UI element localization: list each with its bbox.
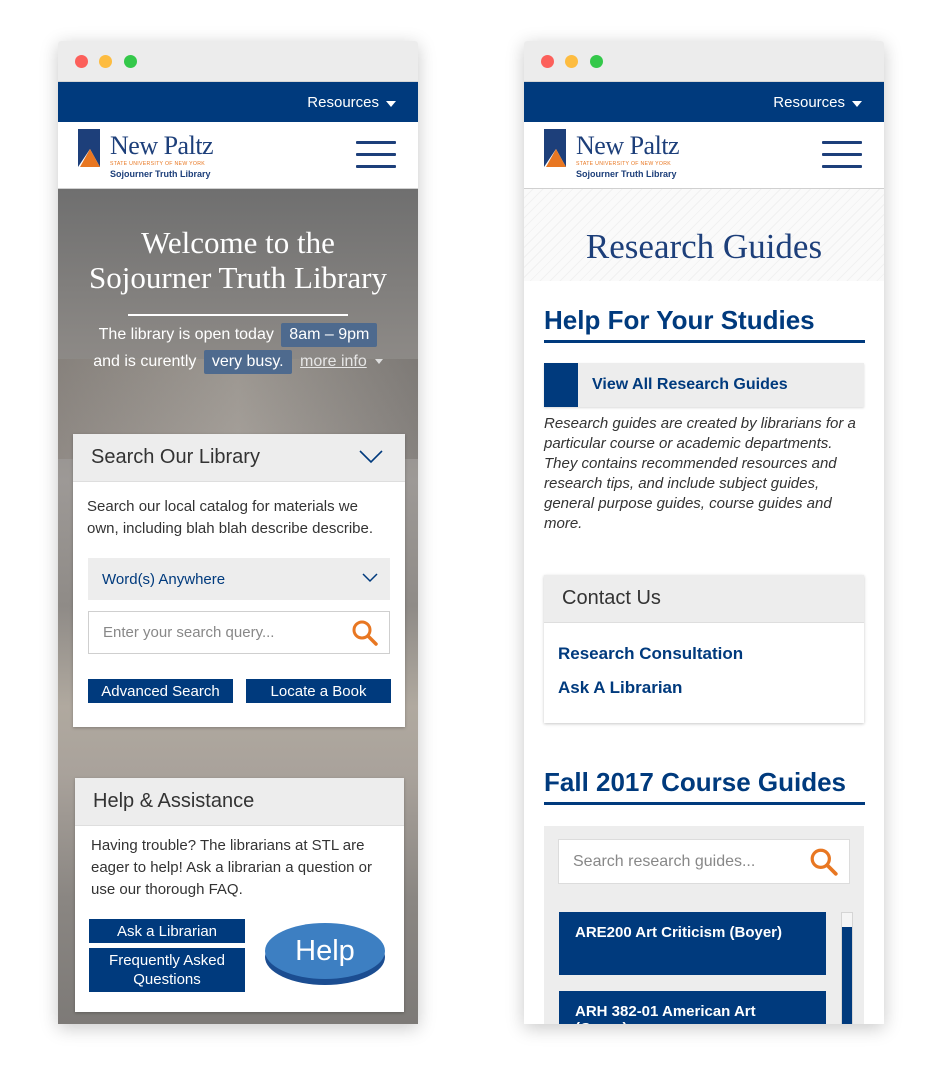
caret-down-icon [386,100,396,107]
hero-divider [128,314,348,316]
contact-us-card: Contact Us Research Consultation Ask A L… [544,575,864,723]
caret-down-icon [852,100,862,107]
hours-badge: 8am – 9pm [281,323,378,347]
view-all-guides-button[interactable]: View All Research Guides [544,363,864,407]
window-chrome [524,41,884,82]
help-chat-bubble[interactable]: Help [265,923,385,985]
help-assistance-card: Help & Assistance Having trouble? The li… [75,778,404,1012]
scrollbar-thumb[interactable] [842,927,852,1024]
hamburger-menu-icon[interactable] [822,141,862,171]
hours-line: The library is open today 8am – 9pm [58,323,418,347]
list-item[interactable]: ARH 382-01 American Art (Carso) [559,991,826,1024]
search-input[interactable]: Enter your search query... [88,611,390,654]
ask-librarian-button[interactable]: Ask a Librarian [89,919,245,943]
locate-book-button[interactable]: Locate a Book [246,679,391,703]
search-placeholder: Enter your search query... [103,624,275,641]
logo-library: Sojourner Truth Library [576,169,677,179]
logo-library: Sojourner Truth Library [110,169,211,179]
page-banner: Research Guides [524,189,884,281]
utility-bar: Resources [524,82,884,122]
faq-button[interactable]: Frequently Asked Questions [89,948,245,992]
busy-status-badge: very busy. [203,350,292,374]
course-guides-panel: Search research guides... ARE200 Art Cri… [544,826,864,1024]
guide-search-input[interactable]: Search research guides... [558,839,850,884]
logo-subtitle: STATE UNIVERSITY OF NEW YORK [576,161,672,167]
resources-menu[interactable]: Resources [773,94,862,111]
resources-label: Resources [773,93,845,111]
button-accent-bar [544,363,578,407]
search-type-value: Word(s) Anywhere [102,570,226,588]
busy-line: and is curently very busy. more info [58,350,418,374]
resources-label: Resources [307,93,379,111]
search-description: Search our local catalog for materials w… [87,498,374,537]
close-window-dot[interactable] [541,55,554,68]
search-library-card: Search Our Library Search our local cata… [73,434,405,727]
left-mobile-frame: Resources New Paltz STATE UNIVERSITY OF … [58,41,418,1024]
busy-text: and is curently [93,353,197,370]
help-description: Having trouble? The librarians at STL ar… [91,837,373,898]
minimize-window-dot[interactable] [99,55,112,68]
logo-mark-icon [78,129,100,167]
guides-description: Research guides are created by librarian… [544,415,856,532]
logo-name: New Paltz [110,131,214,160]
search-icon[interactable] [809,847,839,877]
course-guides-heading: Fall 2017 Course Guides [544,767,865,805]
resources-menu[interactable]: Resources [307,94,396,111]
chevron-down-icon [362,573,378,583]
contact-card-header: Contact Us [544,575,864,623]
advanced-search-button[interactable]: Advanced Search [88,679,233,703]
hamburger-menu-icon[interactable] [356,141,396,171]
search-type-select[interactable]: Word(s) Anywhere [88,558,390,600]
chevron-down-icon[interactable] [359,450,383,464]
logo-mark-icon [544,129,566,167]
help-bubble-label: Help [265,923,385,979]
hero-title: Welcome to the Sojourner Truth Library [58,225,418,295]
maximize-window-dot[interactable] [124,55,137,68]
utility-bar: Resources [58,82,418,122]
maximize-window-dot[interactable] [590,55,603,68]
site-header: New Paltz STATE UNIVERSITY OF NEW YORK S… [58,122,418,189]
help-card-header: Help & Assistance [75,778,404,826]
open-text: The library is open today [98,326,274,343]
guide-search-placeholder: Search research guides... [573,852,756,870]
view-all-label: View All Research Guides [592,376,788,393]
page-title: Research Guides [585,227,823,266]
contact-card-title: Contact Us [562,587,661,609]
search-card-title: Search Our Library [91,446,260,468]
more-info-link[interactable]: more info [300,353,367,370]
minimize-window-dot[interactable] [565,55,578,68]
research-consultation-link[interactable]: Research Consultation [558,644,743,664]
list-item[interactable]: ARE200 Art Criticism (Boyer) [559,912,826,975]
logo-subtitle: STATE UNIVERSITY OF NEW YORK [110,161,206,167]
search-icon[interactable] [351,619,379,647]
ask-librarian-link[interactable]: Ask A Librarian [558,678,682,698]
new-paltz-logo[interactable]: New Paltz STATE UNIVERSITY OF NEW YORK S… [542,129,682,181]
help-studies-heading: Help For Your Studies [544,305,865,343]
hero-title-line1: Welcome to the [141,225,335,260]
hero-title-line2: Sojourner Truth Library [89,260,387,295]
search-card-header[interactable]: Search Our Library [73,434,405,482]
window-chrome [58,41,418,82]
right-mobile-frame: Resources New Paltz STATE UNIVERSITY OF … [524,41,884,1024]
site-header: New Paltz STATE UNIVERSITY OF NEW YORK S… [524,122,884,189]
caret-down-icon [374,359,383,365]
close-window-dot[interactable] [75,55,88,68]
logo-name: New Paltz [576,131,680,160]
help-card-title: Help & Assistance [93,790,255,812]
new-paltz-logo[interactable]: New Paltz STATE UNIVERSITY OF NEW YORK S… [76,129,216,181]
